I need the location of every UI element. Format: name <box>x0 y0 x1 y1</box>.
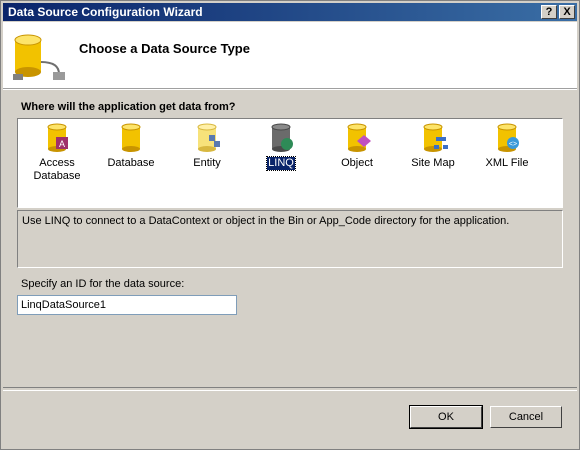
type-description: Use LINQ to connect to a DataContext or … <box>17 210 563 268</box>
wizard-header: Choose a Data Source Type <box>3 22 577 89</box>
question-label: Where will the application get data from… <box>21 101 236 113</box>
type-label-site-map: Site Map <box>411 157 455 169</box>
type-item-xml-file[interactable]: <> XML File <box>474 121 540 170</box>
ok-button[interactable]: OK <box>409 405 483 429</box>
svg-text:A: A <box>59 139 65 149</box>
type-label-object: Object <box>341 157 373 169</box>
header-divider <box>3 89 577 90</box>
type-label-linq: LINQ <box>266 156 296 171</box>
data-source-type-list[interactable]: A Access Database Database Entity LINQ O… <box>17 118 563 208</box>
access-database-icon: A <box>47 123 68 152</box>
data-source-id-input[interactable] <box>17 295 237 315</box>
page-title: Choose a Data Source Type <box>79 41 250 56</box>
site-map-icon <box>423 123 448 152</box>
type-item-entity[interactable]: Entity <box>174 121 240 170</box>
id-field-label: Specify an ID for the data source: <box>21 278 185 290</box>
wizard-window: Data Source Configuration Wizard ? X Cho… <box>0 0 580 450</box>
cancel-button[interactable]: Cancel <box>490 406 562 428</box>
database-plug-icon <box>13 34 65 80</box>
xml-file-icon: <> <box>497 123 519 152</box>
help-button[interactable]: ? <box>541 5 557 19</box>
object-icon <box>347 123 371 152</box>
database-icon <box>121 123 141 152</box>
type-item-linq[interactable]: LINQ <box>248 121 314 171</box>
type-item-object[interactable]: Object <box>324 121 390 170</box>
linq-icon <box>271 123 293 152</box>
type-label-entity: Entity <box>193 157 221 169</box>
type-label-access-database: Access Database <box>33 157 81 182</box>
footer-divider <box>3 387 577 391</box>
entity-icon <box>197 123 220 152</box>
type-item-database[interactable]: Database <box>98 121 164 170</box>
type-label-database: Database <box>107 157 155 169</box>
type-label-xml-file: XML File <box>485 157 529 169</box>
title-bar: Data Source Configuration Wizard ? X <box>3 3 577 21</box>
svg-text:<>: <> <box>509 141 517 148</box>
type-item-access-database[interactable]: A Access Database <box>24 121 90 183</box>
window-title: Data Source Configuration Wizard <box>8 5 203 19</box>
close-button[interactable]: X <box>559 5 575 19</box>
type-item-site-map[interactable]: Site Map <box>400 121 466 170</box>
